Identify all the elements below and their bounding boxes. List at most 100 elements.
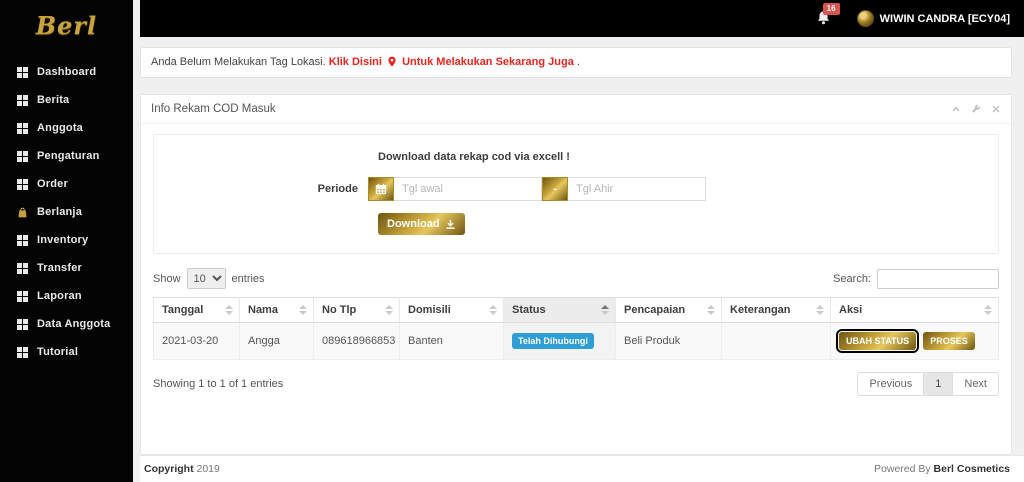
wrench-icon[interactable] [971, 104, 981, 114]
cell-nama: Angga [239, 322, 314, 361]
grid-icon [17, 262, 28, 274]
column-header-tanggal[interactable]: Tanggal [153, 297, 240, 324]
page-length-select[interactable]: 10 [186, 268, 226, 290]
table-row: 2021-03-20 Angga 089618966853 Banten Tel… [153, 322, 999, 361]
grid-icon [17, 290, 28, 302]
grid-icon [17, 150, 28, 162]
avatar [856, 10, 874, 28]
sidebar-item-label: Berlanja [37, 206, 83, 218]
grid-icon [17, 178, 28, 190]
cell-domisili: Banten [399, 322, 504, 361]
sort-icon[interactable] [707, 305, 715, 316]
download-button-label: Download [387, 218, 440, 231]
collapse-icon[interactable] [951, 104, 961, 114]
user-name: WIWIN CANDRA [ECY04] [879, 12, 1010, 25]
sort-icon[interactable] [984, 305, 992, 316]
grid-icon [17, 318, 28, 330]
cell-pencapaian: Beli Produk [615, 322, 722, 361]
date-separator: - [542, 177, 568, 202]
alert-link-klik-disini[interactable]: Klik Disini [329, 56, 382, 68]
column-header-nama[interactable]: Nama [239, 297, 314, 324]
pagination: Previous 1 Next [857, 372, 999, 397]
sidebar-item-label: Data Anggota [37, 318, 111, 330]
show-label: Show [153, 272, 181, 285]
sidebar-item-data-anggota[interactable]: Data Anggota [0, 310, 133, 338]
content: Anda Belum Melakukan Tag Lokasi. Klik Di… [140, 37, 1024, 456]
sidebar-item-order[interactable]: Order [0, 170, 133, 198]
sidebar-item-berita[interactable]: Berita [0, 86, 133, 114]
sort-icon[interactable] [489, 305, 497, 316]
download-button[interactable]: Download [378, 213, 465, 236]
periode-label: Periode [317, 183, 358, 196]
sort-icon[interactable] [385, 305, 393, 316]
map-marker-icon [388, 57, 396, 67]
sort-icon[interactable] [601, 305, 609, 316]
column-header-pencapaian[interactable]: Pencapaian [615, 297, 722, 324]
ubah-status-button[interactable]: UBAH STATUS [835, 329, 920, 354]
alert-link-sekarang-juga[interactable]: Untuk Melakukan Sekarang Juga [402, 56, 574, 68]
footer: Copyright 2019 Powered By Berl Cosmetics [140, 455, 1024, 482]
copyright-text: Copyright 2019 [144, 463, 220, 476]
grid-icon [17, 234, 28, 246]
grid-icon [17, 346, 28, 358]
close-icon[interactable] [991, 104, 1001, 114]
proses-button[interactable]: PROSES [923, 332, 975, 351]
panel-tools [951, 104, 1001, 114]
sort-icon[interactable] [225, 305, 233, 316]
sidebar-item-anggota[interactable]: Anggota [0, 114, 133, 142]
sort-icon[interactable] [816, 305, 824, 316]
cell-keterangan [721, 322, 831, 361]
tgl-ahir-input[interactable] [568, 177, 706, 202]
column-header-status[interactable]: Status [503, 297, 616, 324]
search-label: Search: [833, 272, 871, 285]
entries-label: entries [231, 272, 265, 285]
sort-icon[interactable] [299, 305, 307, 316]
sidebar-item-label: Pengaturan [37, 150, 100, 162]
sidebar-item-tutorial[interactable]: Tutorial [0, 338, 133, 366]
sidebar-item-label: Tutorial [37, 346, 79, 358]
sidebar-item-berlanja[interactable]: Berlanja [0, 198, 133, 226]
table-footer-row: Showing 1 to 1 of 1 entries Previous 1 N… [153, 372, 999, 397]
table-info: Showing 1 to 1 of 1 entries [153, 378, 284, 391]
grid-icon [17, 66, 28, 78]
sidebar-item-laporan[interactable]: Laporan [0, 282, 133, 310]
column-header-domisili[interactable]: Domisili [399, 297, 504, 324]
next-page-button[interactable]: Next [952, 372, 999, 397]
panel-header: Info Rekam COD Masuk [141, 95, 1011, 125]
panel-title: Info Rekam COD Masuk [151, 103, 276, 116]
shopping-bag-icon [18, 207, 27, 217]
search-input[interactable] [877, 268, 999, 289]
sidebar-item-inventory[interactable]: Inventory [0, 226, 133, 254]
column-header-keterangan[interactable]: Keterangan [721, 297, 831, 324]
tgl-awal-input[interactable] [394, 177, 542, 202]
notifications-button[interactable]: 16 [816, 2, 840, 28]
sidebar-item-label: Laporan [37, 290, 82, 302]
date-range-group: - [368, 177, 706, 202]
panel-body: Download data rekap cod via excell ! Per… [141, 124, 1011, 454]
download-icon [445, 219, 455, 229]
page-1-button[interactable]: 1 [923, 372, 954, 397]
topbar: 16 WIWIN CANDRA [ECY04] [140, 0, 1024, 38]
cod-table: Tanggal Nama No Tlp Domisili Status Penc… [153, 297, 999, 361]
cell-aksi: UBAH STATUS PROSES [830, 322, 999, 361]
sidebar-item-label: Anggota [37, 122, 84, 134]
sidebar-item-label: Inventory [37, 234, 89, 246]
column-header-no-tlp[interactable]: No Tlp [313, 297, 400, 324]
table-controls: Show 10 entries Search: [153, 268, 999, 290]
sidebar-item-dashboard[interactable]: Dashboard [0, 58, 133, 86]
info-rekam-cod-panel: Info Rekam COD Masuk Download data rekap… [140, 94, 1012, 456]
grid-icon [17, 122, 28, 134]
powered-by-text: Powered By Berl Cosmetics [874, 463, 1010, 476]
column-header-aksi[interactable]: Aksi [830, 297, 999, 324]
sidebar-item-label: Order [37, 178, 68, 190]
sidebar-item-transfer[interactable]: Transfer [0, 254, 133, 282]
previous-page-button[interactable]: Previous [857, 372, 925, 397]
user-menu[interactable]: WIWIN CANDRA [ECY04] [856, 10, 1010, 28]
cell-no-tlp: 089618966853 [313, 322, 400, 361]
alert-text-suffix: . [576, 56, 580, 69]
berl-logo[interactable]: Berl [0, 0, 133, 50]
location-tag-alert: Anda Belum Melakukan Tag Lokasi. Klik Di… [140, 47, 1012, 79]
status-badge: Telah Dihubungi [512, 333, 594, 350]
sidebar-item-pengaturan[interactable]: Pengaturan [0, 142, 133, 170]
copyright-bold: Copyright [144, 463, 194, 476]
